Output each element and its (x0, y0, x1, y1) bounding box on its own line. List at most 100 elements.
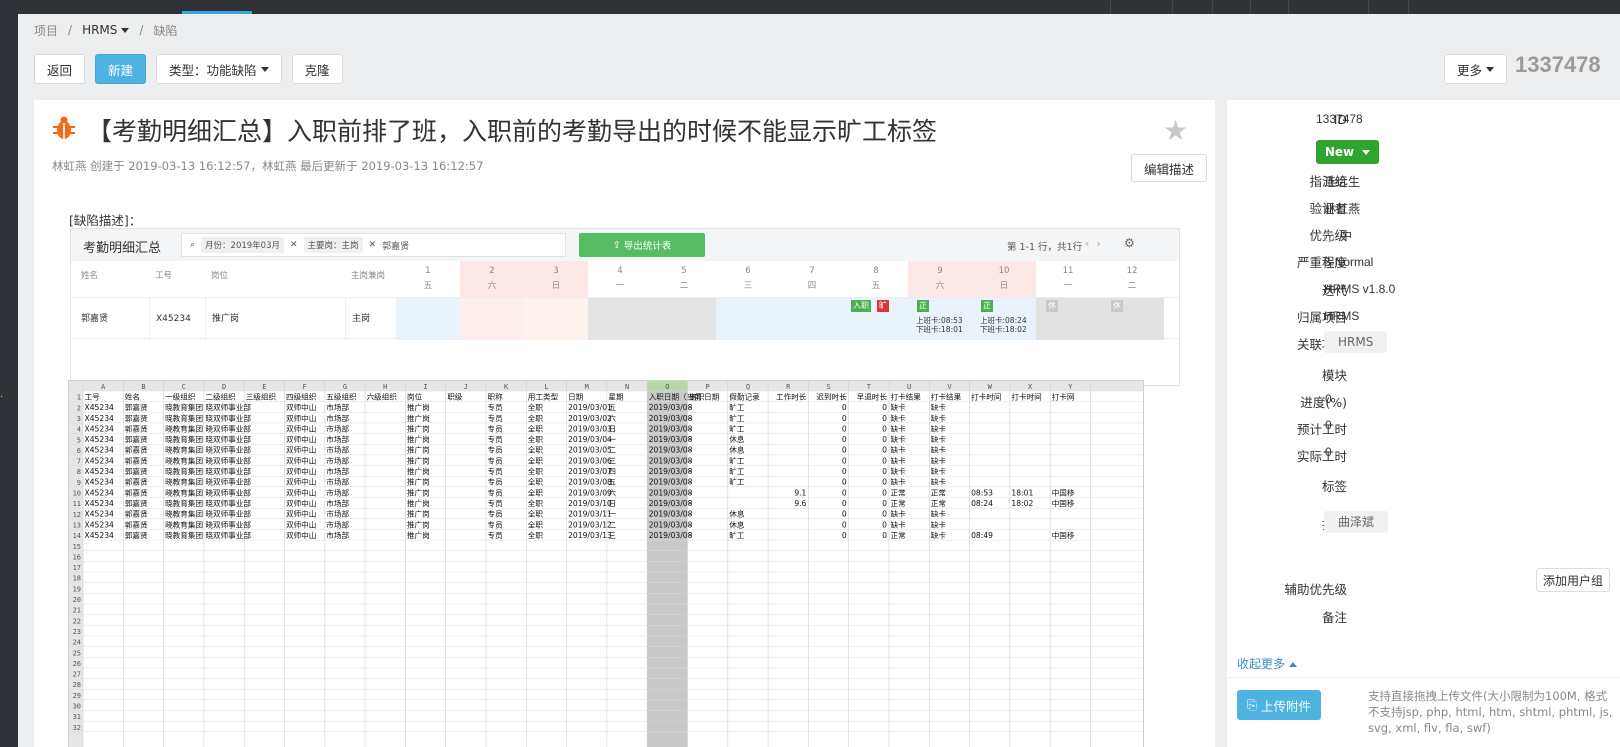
upload-attachment-label: 上传附件 (1260, 698, 1311, 714)
field-value-severity[interactable]: 3-Normal (1324, 255, 1373, 269)
sheet-cell: 晓教育集团 (165, 423, 203, 433)
row-number: 13 (73, 521, 81, 529)
sheet-cell: 专员 (488, 477, 504, 487)
bug-detail-panel: 【考勤明细汇总】入职前排了班，入职前的考勤导出的时候不能显示旷工标签 ★ 林虹燕… (34, 100, 1215, 747)
field-value-priority[interactable]: 中 (1324, 227, 1352, 244)
sheet-cell: 四级组织 (286, 391, 317, 401)
chevron-down-icon (1362, 149, 1371, 155)
sheet-cell: 迟到时长 (816, 391, 847, 401)
row-number: 5 (77, 436, 81, 444)
sheet-cell: 0 (842, 467, 847, 476)
field-value-actual[interactable]: 0 (1325, 445, 1332, 459)
sheet-cell: 一 (608, 510, 616, 519)
back-button[interactable]: 返回 (34, 54, 86, 84)
column-header-bar (69, 381, 1143, 391)
more-dropdown[interactable]: 更多 (1444, 54, 1508, 84)
sheet-cell: 双师中山 (286, 466, 316, 476)
sheet-cell: 2019/03/11 (568, 510, 612, 519)
row-number: 3 (77, 415, 81, 423)
sheet-cell: 双师中山 (286, 519, 316, 529)
sheet-cell: 中国移 (1052, 487, 1075, 497)
sheet-cell: - (689, 478, 692, 487)
cell-posttype: 主岗 (345, 298, 397, 340)
sheet-cell: 市场部 (326, 487, 349, 497)
sheet-cell: X45234 (85, 424, 115, 433)
sheet-cell: 全职 (528, 423, 544, 433)
row-number: 12 (73, 511, 81, 519)
day-header-cell: 4一 (588, 261, 652, 297)
sheet-cell: 专员 (488, 455, 504, 465)
field-value-progress[interactable]: 0 (1325, 392, 1332, 406)
sheet-cell: 专员 (488, 434, 504, 444)
field-value-iteration[interactable]: HRMS v1.8.0 (1324, 282, 1395, 296)
field-value-verifier[interactable]: 林虹燕 (1324, 200, 1360, 217)
collapse-more-label: 收起更多 (1237, 657, 1286, 671)
row-number: 6 (77, 447, 81, 455)
row-number: 26 (73, 660, 81, 668)
sheet-cell: 二 (608, 446, 616, 455)
edit-description-button[interactable]: 编辑描述 (1131, 154, 1208, 182)
status-value: New (1324, 145, 1355, 159)
sheet-cell: 2019/03/03 (568, 424, 612, 433)
breadcrumb-project[interactable]: HRMS (82, 23, 130, 37)
sheet-cell: 全职 (528, 477, 544, 487)
upload-attachment-button[interactable]: ⎘ 上传附件 (1237, 690, 1321, 720)
upload-icon: ⇪ (612, 239, 624, 251)
absent-tag: 旷 (877, 300, 889, 312)
day-cell (396, 298, 460, 340)
sheet-cell: 打卡时间 (971, 391, 1001, 401)
sheet-cell: 0 (882, 467, 887, 476)
field-value-estimated[interactable]: 0 (1325, 418, 1332, 432)
sheet-cell: - (689, 467, 692, 476)
day-header-cell: 1五 (396, 261, 460, 297)
clone-button[interactable]: 克隆 (291, 54, 343, 84)
status-dropdown[interactable]: New (1316, 140, 1379, 164)
page-info: 第 1-1 行，共1行 (1007, 242, 1083, 253)
sheet-cell: 双师中山 (286, 509, 316, 519)
attendance-row: 郭嘉贤 X45234 推广岗 主岗 入职旷正正休休上班卡:08:53 下班卡:18… (71, 297, 1179, 340)
sheet-cell: 0 (882, 414, 887, 423)
sheet-cell: 缺卡 (891, 413, 907, 423)
sheet-cell: 晓双师事业部 (205, 530, 251, 540)
field-label-aux-priority: 辅助优先级 (1284, 582, 1347, 597)
field-value-assignee[interactable]: 连远生 (1324, 173, 1360, 190)
breadcrumb-root[interactable]: 项目 (34, 22, 58, 39)
column-letter: I (423, 383, 427, 391)
type-dropdown[interactable]: 类型：功能缺陷 (156, 54, 282, 84)
sheet-cell: 市场部 (326, 402, 349, 412)
field-value-project[interactable]: HRMS (1324, 309, 1359, 323)
sheet-cell: 推广岗 (407, 466, 430, 476)
day-weekday: 日 (551, 281, 561, 291)
star-icon[interactable]: ★ (1163, 114, 1188, 147)
new-button[interactable]: 新建 (95, 54, 147, 84)
sheet-cell: 日期 (568, 392, 584, 401)
day-weekday: 五 (871, 281, 881, 291)
sheet-cell: 双师中山 (286, 455, 316, 465)
sheet-cell: 缺卡 (931, 477, 947, 487)
top-nav-bar (0, 0, 1620, 14)
sheet-cell: 晓教育集团 (165, 445, 203, 455)
close-icon: ✕ (290, 240, 298, 250)
sheet-cell: 双师中山 (286, 530, 316, 540)
sheet-cell: 晓双师事业部 (205, 423, 251, 433)
sheet-cell: 全职 (528, 434, 544, 444)
row-number: 25 (73, 649, 81, 657)
column-letter: E (262, 383, 266, 391)
column-letter: F (303, 383, 307, 391)
sheet-cell: 双师中山 (286, 487, 316, 497)
add-user-group-button[interactable]: 添加用户组 (1536, 568, 1611, 592)
sheet-cell: 晓教育集团 (165, 466, 203, 476)
related-project-tag[interactable]: HRMS (1324, 331, 1388, 353)
sheet-cell: 专员 (488, 466, 504, 476)
sheet-cell: 专员 (488, 487, 504, 497)
top-nav-divider (1368, 0, 1369, 14)
sheet-cell: 打卡结果 (891, 391, 922, 401)
row-number: 30 (73, 703, 81, 711)
cc-user-tag[interactable]: 曲泽斌 (1324, 511, 1389, 533)
sheet-cell: 郭嘉贤 (125, 402, 148, 412)
day-cell (780, 298, 844, 340)
sheet-cell: 2019/03/08 (649, 520, 693, 529)
sheet-cell: 郭嘉贤 (125, 509, 148, 519)
sheet-cell: 市场部 (326, 530, 349, 540)
collapse-more-link[interactable]: 收起更多 (1237, 655, 1298, 672)
